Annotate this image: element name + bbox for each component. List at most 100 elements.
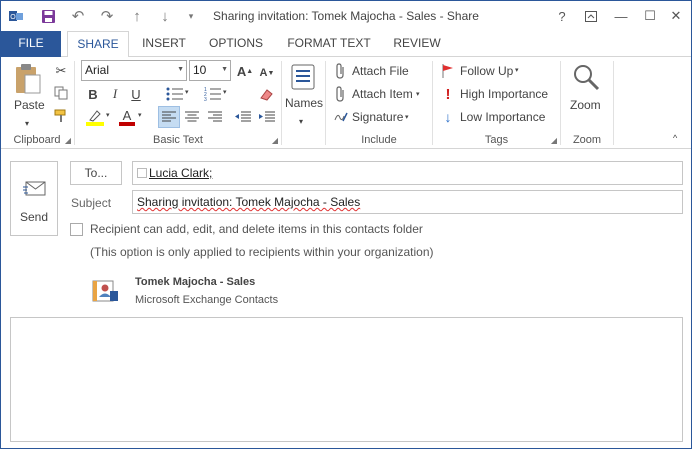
- to-button[interactable]: To...: [70, 161, 122, 185]
- attach-item-dropdown-icon[interactable]: ▾: [416, 90, 420, 98]
- align-left-icon[interactable]: [158, 106, 180, 128]
- shared-folder-name: Tomek Majocha - Sales: [135, 276, 256, 288]
- attach-file-button[interactable]: Attach File: [352, 64, 409, 78]
- attach-item-icon: [333, 85, 349, 103]
- tags-group-label: Tags: [484, 134, 509, 146]
- numbering-dropdown-icon[interactable]: ▾: [223, 88, 227, 96]
- save-icon[interactable]: [39, 7, 57, 25]
- increase-indent-icon[interactable]: [256, 106, 278, 128]
- font-color-icon[interactable]: A: [116, 107, 138, 127]
- to-field[interactable]: Lucia Clark;: [132, 161, 683, 185]
- low-importance-icon: ↓: [444, 109, 452, 125]
- tags-group: Follow Up ▾ ! High Importance ↓ Low Impo…: [434, 57, 559, 149]
- signature-button[interactable]: Signature: [352, 110, 403, 124]
- tab-options[interactable]: OPTIONS: [201, 31, 271, 57]
- align-center-icon[interactable]: [181, 106, 203, 128]
- numbering-icon[interactable]: 123: [202, 85, 224, 103]
- shrink-font-icon[interactable]: A ▼: [258, 64, 276, 82]
- recipient-token[interactable]: Lucia Clark;: [149, 166, 212, 180]
- subject-label: Subject: [71, 196, 112, 210]
- ribbon-separator: [325, 61, 326, 145]
- basic-text-group-label: Basic Text: [153, 134, 203, 146]
- clear-formatting-icon[interactable]: [256, 85, 276, 103]
- clipboard-launcher-icon[interactable]: ◢: [65, 136, 71, 145]
- clipboard-group: Paste ▾ ✂ Clipboard ◢: [1, 57, 73, 149]
- permission-note: (This option is only applied to recipien…: [90, 245, 434, 259]
- tab-review[interactable]: REVIEW: [387, 31, 447, 57]
- copy-icon[interactable]: [52, 84, 70, 102]
- underline-icon[interactable]: U: [127, 85, 145, 103]
- follow-up-dropdown-icon[interactable]: ▾: [515, 66, 519, 74]
- permission-checkbox[interactable]: [70, 223, 83, 236]
- font-name-combo[interactable]: Arial ▼: [81, 60, 187, 81]
- high-importance-button[interactable]: High Importance: [460, 87, 548, 101]
- tab-format-text[interactable]: FORMAT TEXT: [279, 31, 379, 57]
- address-book-icon[interactable]: [288, 61, 318, 93]
- attach-item-button[interactable]: Attach Item: [352, 87, 413, 101]
- include-group: Attach File Attach Item ▾ Signature ▾ In…: [327, 57, 431, 149]
- names-button[interactable]: Names: [285, 96, 323, 110]
- highlight-icon[interactable]: [84, 107, 106, 127]
- ribbon-display-icon[interactable]: [580, 5, 602, 27]
- redo-icon[interactable]: ↷: [98, 7, 116, 25]
- grow-font-icon[interactable]: A ▲: [236, 62, 254, 80]
- maximize-icon[interactable]: ☐: [639, 5, 661, 27]
- paste-icon[interactable]: [13, 63, 43, 95]
- send-icon: [22, 176, 48, 202]
- low-importance-button[interactable]: Low Importance: [460, 110, 545, 124]
- svg-text:A: A: [123, 108, 132, 123]
- tab-insert[interactable]: INSERT: [133, 31, 195, 57]
- font-name-value: Arial: [85, 63, 110, 77]
- clipboard-group-label: Clipboard: [13, 134, 61, 146]
- cut-icon[interactable]: ✂: [52, 62, 70, 80]
- flag-icon: [440, 62, 456, 80]
- ribbon: Paste ▾ ✂ Clipboard ◢ Arial ▼ 10 ▼ A ▲ A…: [1, 57, 691, 149]
- bold-icon[interactable]: B: [84, 85, 102, 103]
- bullets-icon[interactable]: [164, 85, 186, 103]
- tab-share[interactable]: SHARE: [67, 31, 129, 58]
- help-icon[interactable]: ?: [551, 5, 573, 27]
- high-importance-icon: !: [445, 85, 451, 103]
- contacts-folder-icon: [91, 278, 119, 304]
- title-bar: O ↶ ↷ ↑ ↓ ▾ Sharing invitation: Tomek Ma…: [1, 1, 691, 31]
- highlight-dropdown-icon[interactable]: ▾: [106, 111, 110, 119]
- italic-icon[interactable]: I: [106, 85, 124, 103]
- customize-icon[interactable]: ▾: [182, 7, 200, 25]
- subject-field[interactable]: Sharing invitation: Tomek Majocha - Sale…: [132, 190, 683, 214]
- format-painter-icon[interactable]: [52, 107, 70, 125]
- signature-icon: [333, 108, 349, 126]
- zoom-button[interactable]: Zoom: [570, 98, 601, 112]
- tab-file[interactable]: FILE: [1, 31, 61, 57]
- message-body[interactable]: [10, 317, 683, 442]
- names-dropdown-icon[interactable]: ▾: [299, 117, 303, 126]
- svg-text:O: O: [10, 14, 16, 21]
- chevron-down-icon: ▼: [221, 66, 228, 73]
- ribbon-tabs: FILE SHARE INSERT OPTIONS FORMAT TEXT RE…: [1, 31, 691, 58]
- font-color-dropdown-icon[interactable]: ▾: [138, 111, 142, 119]
- basic-text-launcher-icon[interactable]: ◢: [272, 136, 278, 145]
- collapse-ribbon-icon[interactable]: ^: [673, 133, 677, 143]
- include-group-label: Include: [361, 134, 397, 146]
- contact-card-icon: [137, 168, 147, 178]
- outlook-icon[interactable]: O: [7, 7, 25, 25]
- up-icon[interactable]: ↑: [128, 7, 146, 25]
- font-size-combo[interactable]: 10 ▼: [189, 60, 231, 81]
- paste-dropdown-icon[interactable]: ▾: [25, 119, 29, 128]
- paste-button[interactable]: Paste: [14, 98, 45, 112]
- tags-launcher-icon[interactable]: ◢: [551, 136, 557, 145]
- down-icon[interactable]: ↓: [156, 7, 174, 25]
- share-window: O ↶ ↷ ↑ ↓ ▾ Sharing invitation: Tomek Ma…: [0, 0, 692, 449]
- magnifier-icon[interactable]: [571, 62, 601, 92]
- minimize-icon[interactable]: —: [610, 5, 632, 27]
- follow-up-button[interactable]: Follow Up: [460, 64, 513, 78]
- ribbon-separator: [560, 61, 561, 145]
- decrease-indent-icon[interactable]: [232, 106, 254, 128]
- align-right-icon[interactable]: [204, 106, 226, 128]
- signature-dropdown-icon[interactable]: ▾: [405, 113, 409, 121]
- send-button[interactable]: Send: [10, 161, 58, 236]
- undo-icon[interactable]: ↶: [69, 7, 87, 25]
- bullets-dropdown-icon[interactable]: ▾: [185, 88, 189, 96]
- zoom-group: Zoom Zoom: [562, 57, 612, 149]
- permission-label[interactable]: Recipient can add, edit, and delete item…: [90, 222, 423, 236]
- close-icon[interactable]: ✕: [665, 5, 687, 27]
